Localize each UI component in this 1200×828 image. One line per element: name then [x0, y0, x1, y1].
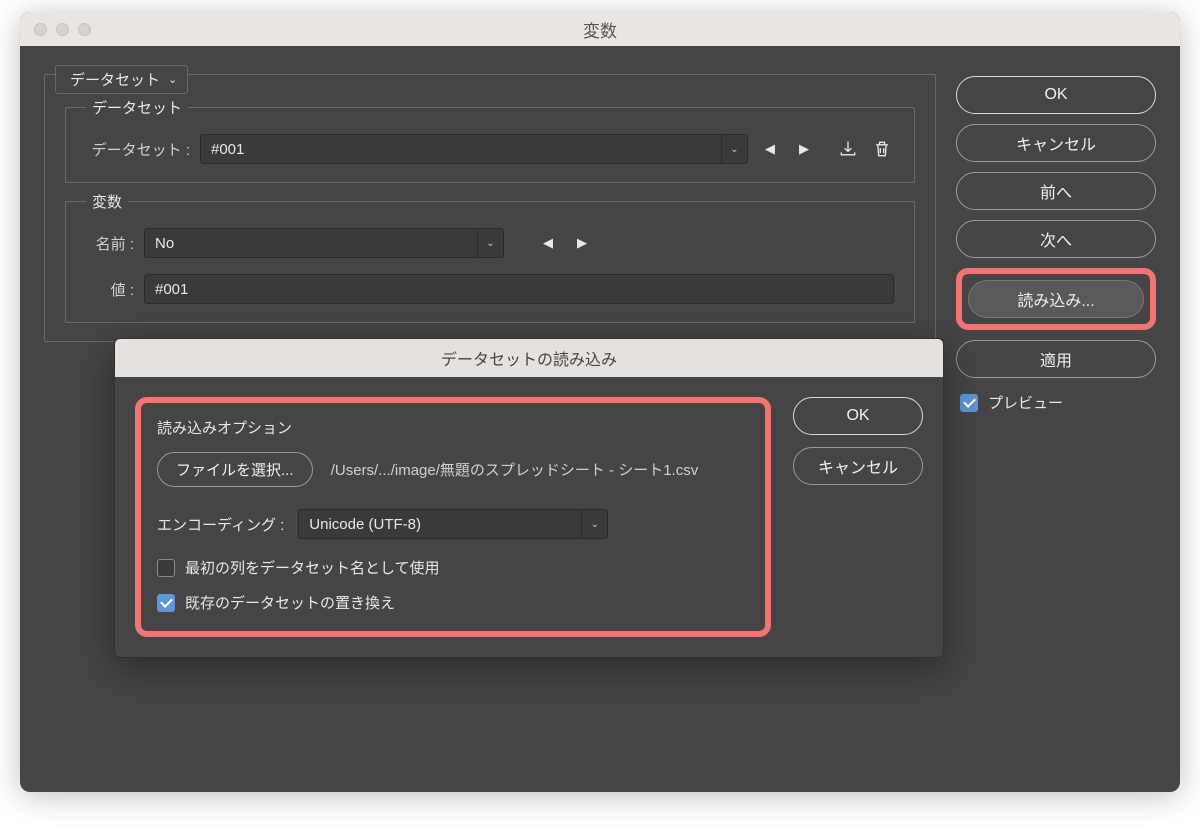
use-first-col-checkbox[interactable]	[157, 559, 175, 577]
options-legend: 読み込みオプション	[157, 417, 749, 438]
titlebar	[20, 12, 1180, 46]
file-row: ファイルを選択... /Users/.../image/無題のスプレッドシート …	[157, 452, 749, 487]
choose-file-button[interactable]: ファイルを選択...	[157, 452, 313, 487]
encoding-value: Unicode (UTF-8)	[309, 516, 421, 533]
use-first-col-row: 最初の列をデータセット名として使用	[157, 557, 749, 578]
dataset-group: データセット データセット : #001 ⌄ ◀ ▶	[65, 107, 915, 183]
preview-checkbox[interactable]	[960, 394, 978, 412]
import-options-highlight: 読み込みオプション ファイルを選択... /Users/.../image/無題…	[135, 397, 771, 637]
chevron-down-icon: ⌄	[581, 510, 607, 538]
import-highlight: 読み込み...	[956, 268, 1156, 330]
variable-name-label: 名前 :	[86, 233, 134, 254]
sidebar: OK キャンセル 前へ 次へ 読み込み... 適用 プレビュー	[956, 70, 1156, 768]
variable-value-input[interactable]: #001	[144, 274, 894, 304]
replace-existing-label: 既存のデータセットの置き換え	[185, 592, 395, 613]
variable-group: 変数 名前 : No ⌄ ◀ ▶ 値 :	[65, 201, 915, 323]
preview-row: プレビュー	[960, 392, 1156, 413]
save-dataset-icon[interactable]	[836, 137, 860, 161]
next-dataset-button[interactable]: ▶	[792, 137, 816, 161]
chevron-down-icon: ⌄	[168, 73, 177, 86]
variables-dialog: 変数 データセット ⌄ データセット データセット : #001	[20, 12, 1180, 792]
use-first-col-label: 最初の列をデータセット名として使用	[185, 557, 440, 578]
chevron-down-icon: ⌄	[721, 135, 747, 163]
dataset-tab-dropdown[interactable]: データセット ⌄	[55, 65, 188, 94]
dataset-field-label: データセット :	[86, 139, 190, 160]
replace-existing-row: 既存のデータセットの置き換え	[157, 592, 749, 613]
dataset-select-value: #001	[211, 141, 244, 158]
prev-dataset-button[interactable]: ◀	[758, 137, 782, 161]
window-controls	[34, 23, 91, 36]
modal-cancel-button[interactable]: キャンセル	[793, 447, 923, 485]
variable-value-text: #001	[155, 281, 188, 298]
next-variable-button[interactable]: ▶	[570, 231, 594, 255]
dataset-tab-label: データセット	[70, 69, 160, 90]
close-traffic-light[interactable]	[34, 23, 47, 36]
dataset-select[interactable]: #001 ⌄	[200, 134, 748, 164]
prev-variable-button[interactable]: ◀	[536, 231, 560, 255]
encoding-label: エンコーディング :	[157, 514, 284, 535]
import-dataset-modal: データセットの読み込み 読み込みオプション ファイルを選択... /Users/…	[114, 338, 944, 658]
minimize-traffic-light[interactable]	[56, 23, 69, 36]
preview-label: プレビュー	[988, 392, 1063, 413]
variable-name-select[interactable]: No ⌄	[144, 228, 504, 258]
modal-title: データセットの読み込み	[115, 339, 943, 377]
file-path-text: /Users/.../image/無題のスプレッドシート - シート1.csv	[331, 462, 699, 479]
chevron-down-icon: ⌄	[477, 229, 503, 257]
previous-button[interactable]: 前へ	[956, 172, 1156, 210]
delete-dataset-icon[interactable]	[870, 137, 894, 161]
apply-button[interactable]: 適用	[956, 340, 1156, 378]
import-button[interactable]: 読み込み...	[968, 280, 1144, 318]
dataset-legend: データセット	[86, 97, 188, 118]
cancel-button[interactable]: キャンセル	[956, 124, 1156, 162]
outer-group: データセット ⌄ データセット データセット : #001 ⌄ ◀	[44, 74, 936, 342]
encoding-row: エンコーディング : Unicode (UTF-8) ⌄	[157, 509, 749, 539]
variable-legend: 変数	[86, 191, 128, 212]
variable-value-label: 値 :	[86, 279, 134, 300]
variable-name-value: No	[155, 235, 174, 252]
next-button[interactable]: 次へ	[956, 220, 1156, 258]
ok-button[interactable]: OK	[956, 76, 1156, 114]
encoding-select[interactable]: Unicode (UTF-8) ⌄	[298, 509, 608, 539]
dialog-content: データセット ⌄ データセット データセット : #001 ⌄ ◀	[20, 46, 1180, 792]
zoom-traffic-light[interactable]	[78, 23, 91, 36]
replace-existing-checkbox[interactable]	[157, 594, 175, 612]
modal-ok-button[interactable]: OK	[793, 397, 923, 435]
